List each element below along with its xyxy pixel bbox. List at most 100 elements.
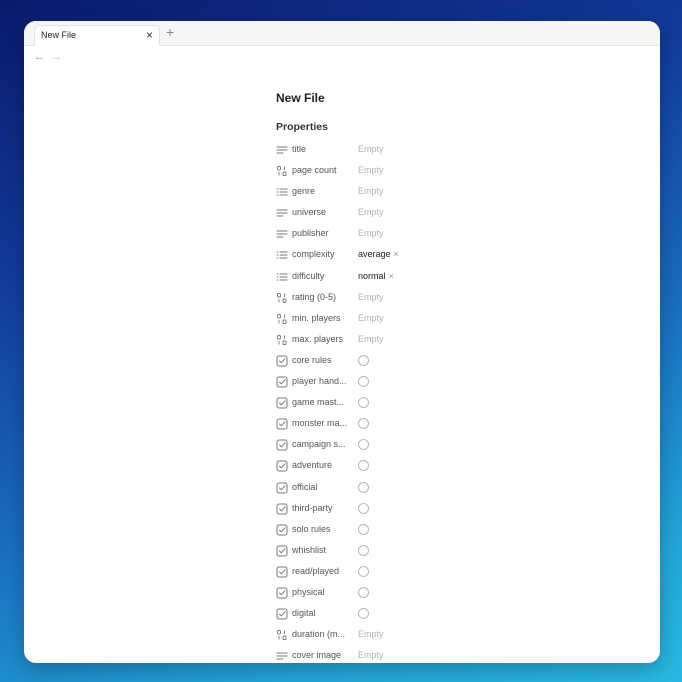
property-checkbox[interactable] (358, 397, 369, 409)
property-value[interactable]: Empty (358, 228, 384, 238)
list-icon[interactable] (276, 186, 288, 198)
property-row[interactable]: cover image Empty (276, 647, 636, 663)
property-row[interactable]: universe Empty (276, 204, 636, 225)
checkbox-icon[interactable] (276, 566, 288, 578)
property-checkbox[interactable] (358, 502, 369, 514)
property-row[interactable]: duration (m... Empty (276, 626, 636, 647)
property-label[interactable]: publisher (292, 228, 329, 238)
property-row[interactable]: publisher Empty (276, 225, 636, 246)
checkbox-icon[interactable] (276, 587, 288, 599)
property-value[interactable]: Empty (358, 292, 384, 302)
property-checkbox[interactable] (358, 439, 369, 451)
property-row[interactable]: min. players Empty (276, 310, 636, 331)
checkbox-icon[interactable] (276, 376, 288, 388)
property-row[interactable]: physical (276, 584, 636, 605)
property-checkbox[interactable] (358, 608, 369, 620)
property-chip[interactable]: normal × (358, 271, 394, 281)
property-label[interactable]: player hand... (292, 376, 347, 386)
property-checkbox[interactable] (358, 565, 369, 577)
property-label[interactable]: adventure (292, 460, 332, 470)
property-value[interactable]: Empty (358, 650, 384, 660)
property-row[interactable]: game mast... (276, 394, 636, 415)
checkbox-icon[interactable] (276, 503, 288, 515)
property-row[interactable]: solo rules (276, 521, 636, 542)
close-tab-icon[interactable]: × (146, 28, 153, 42)
property-row[interactable]: page count Empty (276, 162, 636, 183)
property-row[interactable]: third-party (276, 500, 636, 521)
text-lines-icon[interactable] (276, 228, 288, 240)
property-row[interactable]: player hand... (276, 373, 636, 394)
forward-arrow-icon[interactable]: → (51, 50, 62, 64)
tab-new-file[interactable]: New File × (34, 25, 160, 46)
checkbox-icon[interactable] (276, 608, 288, 620)
property-row[interactable]: official (276, 479, 636, 500)
remove-chip-icon[interactable]: × (394, 249, 399, 259)
property-row[interactable]: complexity average × (276, 246, 636, 267)
property-label[interactable]: min. players (292, 313, 341, 323)
property-label[interactable]: title (292, 144, 306, 154)
property-label[interactable]: universe (292, 207, 326, 217)
checkbox-icon[interactable] (276, 355, 288, 367)
text-lines-icon[interactable] (276, 144, 288, 156)
property-checkbox[interactable] (358, 418, 369, 430)
list-icon[interactable] (276, 271, 288, 283)
property-label[interactable]: whishlist (292, 545, 326, 555)
text-lines-icon[interactable] (276, 207, 288, 219)
number-icon[interactable] (276, 292, 288, 304)
new-tab-icon[interactable]: + (166, 24, 174, 40)
property-row[interactable]: monster ma... (276, 415, 636, 436)
property-row[interactable]: read/played (276, 563, 636, 584)
property-label[interactable]: difficulty (292, 271, 324, 281)
property-label[interactable]: complexity (292, 249, 335, 259)
property-checkbox[interactable] (358, 481, 369, 493)
property-label[interactable]: genre (292, 186, 315, 196)
property-row[interactable]: difficulty normal × (276, 268, 636, 289)
property-row[interactable]: max. players Empty (276, 331, 636, 352)
property-label[interactable]: digital (292, 608, 316, 618)
property-label[interactable]: campaign s... (292, 439, 346, 449)
property-value[interactable]: Empty (358, 186, 384, 196)
property-row[interactable]: digital (276, 605, 636, 626)
property-row[interactable]: title Empty (276, 141, 636, 162)
checkbox-icon[interactable] (276, 482, 288, 494)
property-row[interactable]: campaign s... (276, 436, 636, 457)
property-row[interactable]: adventure (276, 457, 636, 478)
property-value[interactable]: Empty (358, 165, 384, 175)
checkbox-icon[interactable] (276, 397, 288, 409)
back-arrow-icon[interactable]: ← (34, 50, 45, 64)
number-icon[interactable] (276, 165, 288, 177)
property-label[interactable]: cover image (292, 650, 341, 660)
property-row[interactable]: whishlist (276, 542, 636, 563)
property-label[interactable]: page count (292, 165, 337, 175)
property-checkbox[interactable] (358, 354, 369, 366)
property-value[interactable]: Empty (358, 334, 384, 344)
property-chip[interactable]: average × (358, 249, 399, 259)
property-label[interactable]: core rules (292, 355, 332, 365)
property-label[interactable]: solo rules (292, 524, 331, 534)
property-label[interactable]: duration (m... (292, 629, 345, 639)
page-title[interactable]: New File (276, 91, 325, 105)
property-checkbox[interactable] (358, 523, 369, 535)
property-checkbox[interactable] (358, 544, 369, 556)
property-label[interactable]: game mast... (292, 397, 344, 407)
property-label[interactable]: monster ma... (292, 418, 347, 428)
checkbox-icon[interactable] (276, 439, 288, 451)
property-label[interactable]: third-party (292, 503, 333, 513)
property-value[interactable]: Empty (358, 313, 384, 323)
remove-chip-icon[interactable]: × (389, 271, 394, 281)
checkbox-icon[interactable] (276, 524, 288, 536)
checkbox-icon[interactable] (276, 418, 288, 430)
property-label[interactable]: physical (292, 587, 325, 597)
property-label[interactable]: read/played (292, 566, 339, 576)
number-icon[interactable] (276, 629, 288, 641)
property-value[interactable]: Empty (358, 629, 384, 639)
list-icon[interactable] (276, 249, 288, 261)
number-icon[interactable] (276, 334, 288, 346)
checkbox-icon[interactable] (276, 545, 288, 557)
text-lines-icon[interactable] (276, 650, 288, 662)
checkbox-icon[interactable] (276, 460, 288, 472)
property-value[interactable]: Empty (358, 144, 384, 154)
property-label[interactable]: official (292, 482, 317, 492)
property-value[interactable]: Empty (358, 207, 384, 217)
number-icon[interactable] (276, 313, 288, 325)
